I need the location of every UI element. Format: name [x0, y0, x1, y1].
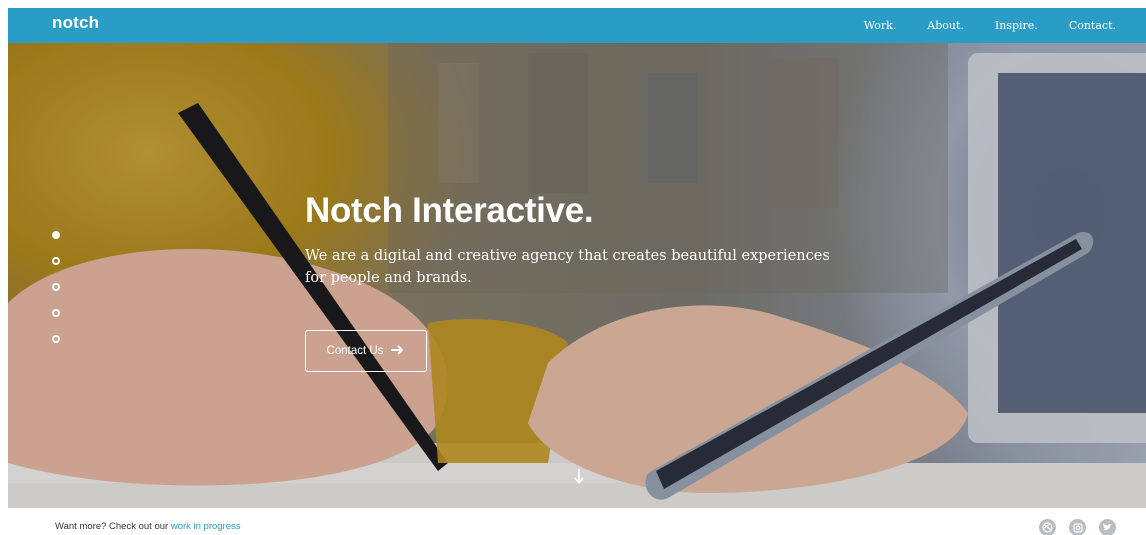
logo[interactable]: notch — [52, 13, 99, 33]
hero-subtitle: We are a digital and creative agency tha… — [305, 248, 830, 286]
slide-dot-2[interactable] — [52, 257, 60, 265]
hero-section: Notch Interactive. We are a digital and … — [8, 43, 1146, 508]
slide-indicators — [52, 231, 64, 361]
navbar: notch Work. About. Inspire. Contact. — [8, 8, 1146, 43]
contact-us-label: Contact Us — [326, 345, 384, 357]
arrow-down-icon[interactable] — [574, 469, 584, 490]
page: notch Work. About. Inspire. Contact. Not… — [8, 8, 1146, 535]
nav-link-contact[interactable]: Contact. — [1069, 19, 1116, 32]
nav-link-inspire[interactable]: Inspire. — [995, 19, 1038, 32]
nav-links: Work. About. Inspire. Contact. — [864, 8, 1116, 43]
slide-dot-3[interactable] — [52, 283, 60, 291]
social-icons — [1039, 519, 1116, 535]
arrow-right-icon — [391, 344, 405, 358]
work-in-progress-link[interactable]: work in progress — [171, 521, 241, 532]
contact-us-button[interactable]: Contact Us — [305, 330, 427, 372]
slide-dot-5[interactable] — [52, 335, 60, 343]
footer: Want more? Check out our work in progres… — [8, 508, 1146, 535]
footer-message: Want more? Check out our — [55, 521, 169, 532]
twitter-icon[interactable] — [1099, 519, 1116, 535]
footer-text: Want more? Check out our work in progres… — [55, 521, 241, 532]
hero-content: Notch Interactive. We are a digital and … — [305, 191, 865, 372]
instagram-icon[interactable] — [1069, 519, 1086, 535]
nav-link-work[interactable]: Work. — [864, 19, 897, 32]
dribbble-icon[interactable] — [1039, 519, 1056, 535]
nav-link-about[interactable]: About. — [927, 19, 964, 32]
hero-title: Notch Interactive. — [305, 191, 594, 230]
slide-dot-1[interactable] — [52, 231, 60, 239]
slide-dot-4[interactable] — [52, 309, 60, 317]
